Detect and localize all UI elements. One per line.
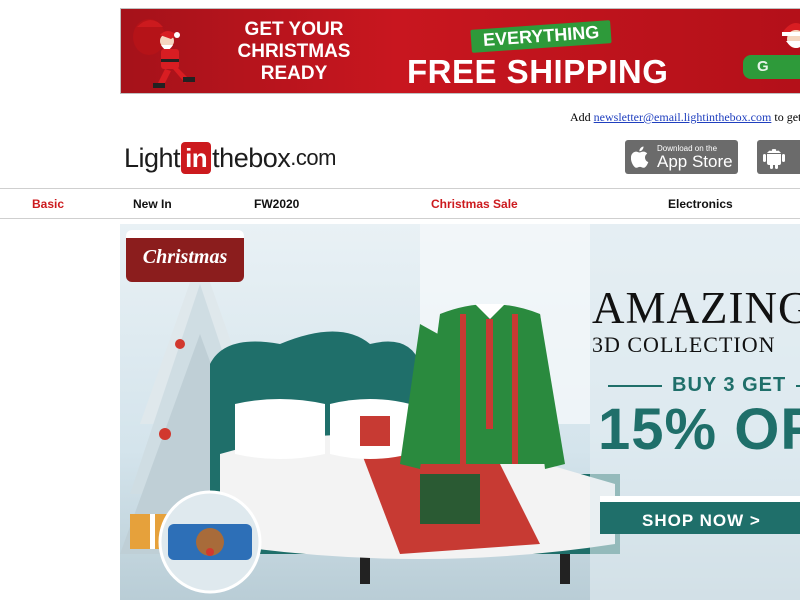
main-nav: Basic New In FW2020 Christmas Sale Elect…: [0, 188, 800, 219]
santa-illustration: [133, 19, 195, 88]
offer-divider-right: [796, 384, 800, 387]
app-store-text: Download on the App Store: [657, 144, 733, 171]
free-shipping-headline: FREE SHIPPING: [407, 53, 669, 90]
logo-in: in: [181, 142, 212, 174]
logo-dotcom: .com: [290, 145, 336, 170]
banner-line-3: READY: [260, 63, 328, 84]
banner-line-1: GET YOUR: [244, 19, 344, 40]
newsletter-email-link[interactable]: newsletter@email.lightinthebox.com: [594, 110, 772, 124]
santa-head-icon: [782, 23, 800, 48]
promo-banner[interactable]: GET YOUR CHRISTMAS READY EVERYTHING FREE…: [120, 8, 800, 94]
hero-banner[interactable]: Christmas AMAZING 3D COLLECTION BUY 3 GE…: [120, 224, 800, 600]
newsletter-prefix: Add: [570, 110, 591, 124]
app-store-big-label: App Store: [657, 151, 733, 171]
nav-item-electronics[interactable]: Electronics: [668, 197, 733, 211]
hero-offer-line: BUY 3 GET: [608, 374, 800, 397]
android-icon: [763, 149, 785, 169]
hero-subheadline: 3D COLLECTION: [592, 332, 776, 357]
page: { "top_banner": { "left_text_lines": ["G…: [0, 0, 800, 600]
everything-tag: EVERYTHING: [470, 20, 612, 53]
nav-item-new-in[interactable]: New In: [133, 197, 172, 211]
logo-thebox: thebox: [212, 142, 291, 173]
apple-icon: [625, 141, 657, 173]
banner-cta-button[interactable]: G: [743, 55, 800, 79]
banner-line-2: CHRISTMAS: [237, 41, 351, 62]
nav-item-fw2020[interactable]: FW2020: [254, 197, 299, 211]
nav-item-basic[interactable]: Basic: [32, 197, 64, 211]
offer-divider-left: [608, 384, 662, 387]
hero-headline: AMAZING: [592, 283, 800, 333]
google-play-button[interactable]: [757, 140, 800, 174]
app-store-button[interactable]: Download on the App Store: [625, 140, 738, 174]
newsletter-notice: Add newsletter@email.lightinthebox.com t…: [570, 110, 800, 125]
nav-item-christmas-sale[interactable]: Christmas Sale: [431, 197, 518, 211]
christmas-sign: Christmas: [126, 230, 244, 282]
banner-left-text: GET YOUR CHRISTMAS READY: [221, 19, 367, 85]
site-logo[interactable]: Light in thebox .com: [124, 138, 336, 178]
hero-offer-text: BUY 3 GET: [672, 374, 787, 396]
logo-light: Light: [124, 142, 181, 173]
hero-discount: 15% OFF: [598, 397, 800, 462]
shop-now-button[interactable]: SHOP NOW >: [600, 496, 800, 534]
newsletter-suffix: to get: [774, 110, 800, 124]
